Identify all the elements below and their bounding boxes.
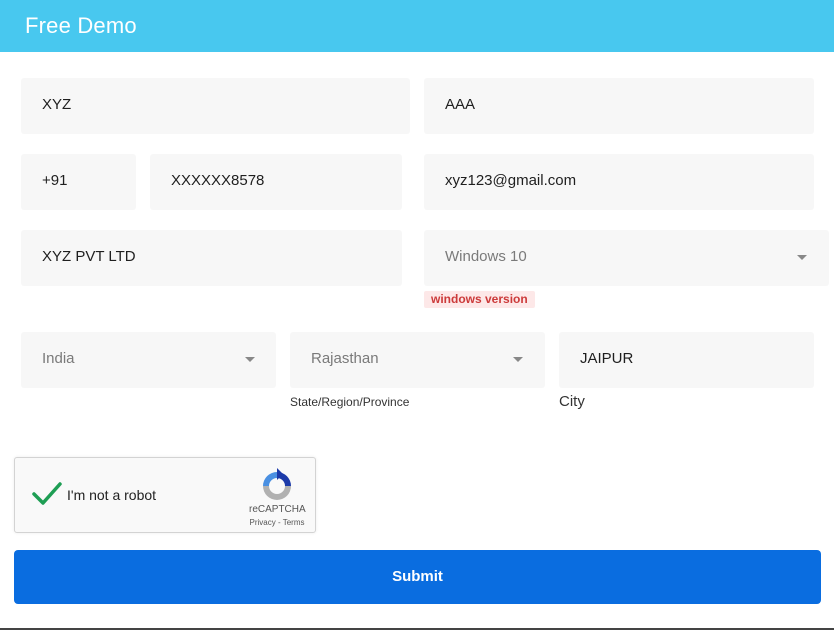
city-field[interactable]: JAIPUR	[559, 332, 814, 388]
email-field[interactable]: xyz123@gmail.com	[424, 154, 814, 210]
city-value: JAIPUR	[580, 350, 634, 367]
company-value: XYZ PVT LTD	[42, 248, 136, 265]
windows-version-value: Windows 10	[445, 248, 527, 265]
last-name-field[interactable]: AAA	[424, 78, 814, 134]
last-name-value: AAA	[445, 96, 476, 113]
city-label: City	[559, 393, 585, 410]
company-field[interactable]: XYZ PVT LTD	[21, 230, 402, 286]
country-code-field[interactable]: +91	[21, 154, 136, 210]
state-select[interactable]: Rajasthan	[290, 332, 545, 388]
email-value: xyz123@gmail.com	[445, 172, 577, 189]
windows-version-error-badge: windows version	[424, 291, 535, 308]
page-header: Free Demo	[0, 0, 834, 52]
first-name-field[interactable]: XYZ	[21, 78, 410, 134]
chevron-down-icon	[797, 255, 807, 260]
state-value: Rajasthan	[311, 350, 379, 367]
recaptcha-logo-icon	[263, 468, 291, 500]
country-select[interactable]: India	[21, 332, 276, 388]
country-value: India	[42, 350, 75, 367]
captcha-label: I'm not a robot	[67, 487, 157, 503]
phone-value: XXXXXX8578	[171, 172, 265, 189]
phone-field[interactable]: XXXXXX8578	[150, 154, 402, 210]
page-title: Free Demo	[25, 13, 137, 38]
recaptcha-privacy-terms-links[interactable]: Privacy - Terms	[241, 518, 313, 527]
windows-version-select[interactable]: Windows 10	[424, 230, 829, 286]
chevron-down-icon	[513, 357, 523, 362]
submit-button[interactable]: Submit	[14, 550, 821, 604]
recaptcha-widget: I'm not a robot reCAPTCHA Privacy - Term…	[14, 457, 316, 533]
chevron-down-icon	[245, 357, 255, 362]
country-code-value: +91	[42, 172, 68, 189]
state-label: State/Region/Province	[290, 395, 410, 409]
recaptcha-brand: reCAPTCHA	[249, 504, 306, 515]
checkmark-icon[interactable]	[31, 480, 63, 508]
first-name-value: XYZ	[42, 96, 72, 113]
